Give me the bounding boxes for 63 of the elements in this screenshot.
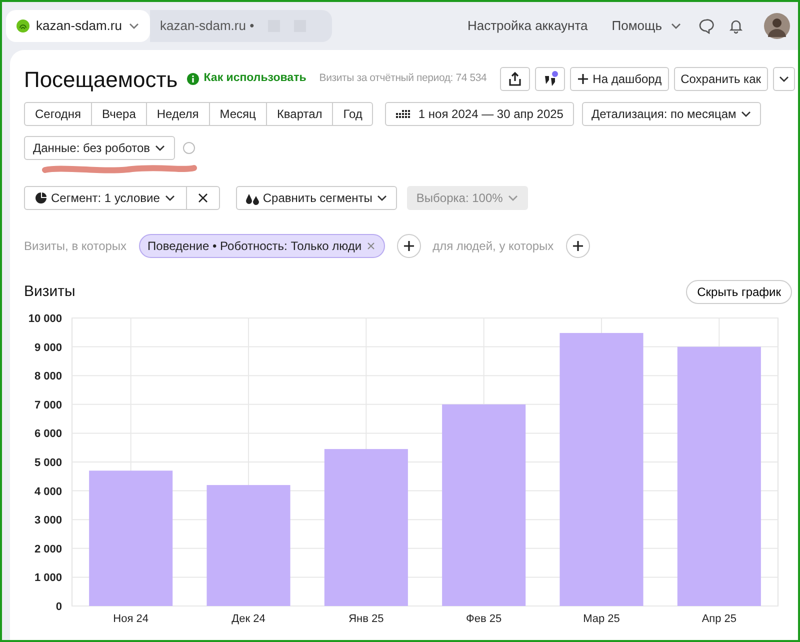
y-axis-label: 9 000 [34,342,62,354]
period-button[interactable]: Квартал [266,102,334,126]
assistant-button[interactable] [534,67,565,91]
counter-tab[interactable]: kazan-sdam.ru • [150,10,332,42]
info-icon [186,73,199,85]
filter-tag[interactable]: Поведение • Роботность: Только люди [138,234,385,258]
bell-icon[interactable] [728,18,744,34]
pie-icon [35,192,47,204]
x-axis-label: Янв 25 [348,613,384,625]
plus-icon [402,240,415,252]
account-settings-link[interactable]: Настройка аккаунта [467,16,588,36]
page-title: Посещаемость [24,66,178,94]
add-to-dashboard-button[interactable]: На дашборд [570,67,669,91]
compare-segments-dropdown[interactable]: Сравнить сегменты [236,186,398,210]
hide-chart-button[interactable]: Скрыть график [686,280,792,304]
counter-logo-icon [16,19,30,33]
segment-dropdown[interactable]: Сегмент: 1 условие [24,186,187,210]
x-axis-label: Дек 24 [232,613,266,625]
chart-title: Визиты [24,282,76,302]
y-axis-label: 0 [56,601,62,613]
y-axis-label: 6 000 [34,428,62,440]
y-axis-label: 5 000 [34,457,62,469]
how-to-use-link[interactable]: Как использовать [204,70,306,88]
add-condition-button[interactable] [566,234,590,258]
visits-summary: Визиты за отчётный период: 74 534 [319,71,487,86]
y-axis-label: 10 000 [28,313,62,325]
period-button[interactable]: Месяц [208,102,267,126]
close-icon [196,192,209,204]
add-condition-button[interactable] [396,234,421,258]
avatar[interactable] [764,13,790,39]
help-icon [183,142,196,154]
share-icon [506,71,523,87]
plus-icon [572,240,584,252]
y-axis-label: 1 000 [34,572,62,584]
y-axis-label: 3 000 [34,514,62,527]
chat-icon[interactable] [698,18,714,34]
help-menu[interactable]: Помощь [612,16,682,36]
y-axis-label: 2 000 [34,543,62,556]
x-axis-label: Ноя 24 [113,613,148,625]
save-options-button[interactable] [773,67,795,91]
period-button[interactable]: Год [332,102,374,126]
filter-people-label: для людей, у которых [432,238,554,255]
period-button[interactable]: Вчера [91,102,147,126]
calendar-icon [396,109,410,119]
y-axis-label: 8 000 [34,370,62,383]
counter-tab[interactable]: kazan-sdam.ru [6,10,150,42]
clear-segment-button[interactable] [186,186,220,210]
close-icon [366,241,376,251]
data-filter-dropdown[interactable]: Данные: без роботов [24,136,176,160]
plus-icon [576,73,589,85]
y-axis-label: 7 000 [34,399,62,412]
period-button[interactable]: Сегодня [24,102,92,126]
period-button[interactable]: Неделя [146,102,210,126]
date-range-button[interactable]: 1 ноя 2024 — 30 апр 2025 [385,102,574,126]
filter-prefix: Визиты, в которых [24,238,127,255]
drops-icon [244,192,259,204]
detail-dropdown[interactable]: Детализация: по месяцам [582,102,762,126]
share-button[interactable] [500,67,530,91]
x-axis-label: Апр 25 [702,613,737,625]
y-axis-label: 4 000 [34,486,62,498]
save-as-button[interactable]: Сохранить как [674,67,768,91]
x-axis-label: Мар 25 [583,613,620,625]
x-axis-label: Фев 25 [466,613,502,625]
